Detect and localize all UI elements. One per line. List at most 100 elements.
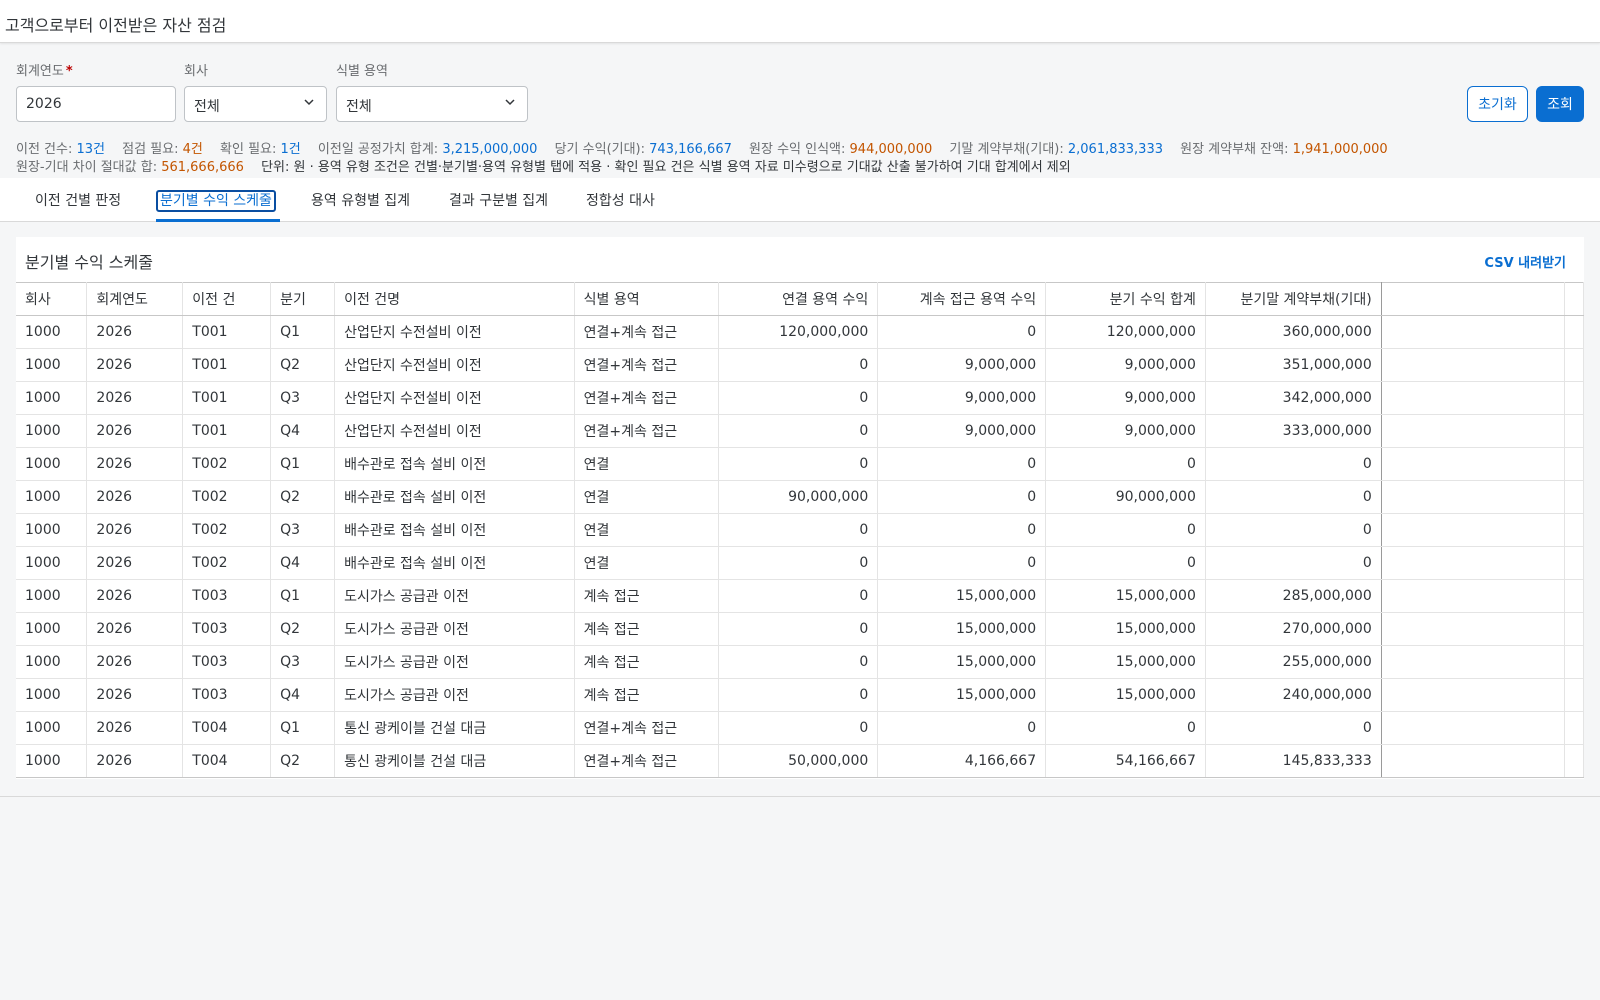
column-header-company[interactable]: 회사 [16, 282, 88, 316]
column-header-fiscal-year[interactable]: 회계연도 [86, 282, 184, 316]
cell-access-revenue: 0 [877, 546, 1047, 580]
cell-scroll-gutter [1564, 315, 1585, 349]
cell-filler [1381, 645, 1565, 679]
column-header-quarter-total[interactable]: 분기 수익 합계 [1045, 282, 1206, 316]
reset-button[interactable]: 초기화 [1467, 86, 1528, 122]
cell-quarter-total: 0 [1045, 513, 1206, 547]
cell-filler [1381, 414, 1565, 448]
column-header-transfer-id[interactable]: 이전 건 [182, 282, 272, 316]
table-row[interactable]: 1000 2026 T003 Q2 도시가스 공급관 이전 계속 접근 0 15,000,00… [16, 612, 1585, 646]
table-row[interactable]: 1000 2026 T002 Q2 배수관로 접속 설비 이전 연결 90,000,000 0… [16, 480, 1585, 514]
tab-transfer-judgement[interactable]: 이전 건별 판정 [35, 178, 121, 222]
service-select[interactable]: 전체 [336, 86, 528, 122]
table-row[interactable]: 1000 2026 T004 Q1 통신 광케이블 건설 대금 연결+계속 접근 0 0 0 0 [16, 711, 1585, 745]
stat-liability-expected: 기말 계약부채(기대): 2,061,833,333 [949, 142, 1163, 157]
cell-transfer-id: T003 [182, 579, 272, 613]
cell-liability: 255,000,000 [1205, 645, 1382, 679]
cell-quarter-total: 0 [1045, 546, 1206, 580]
table-row[interactable]: 1000 2026 T002 Q4 배수관로 접속 설비 이전 연결 0 0 0 0 [16, 546, 1585, 580]
cell-liability: 333,000,000 [1205, 414, 1382, 448]
cell-connection-revenue: 0 [718, 381, 879, 415]
cell-transfer-id: T001 [182, 348, 272, 382]
company-select[interactable]: 전체 [184, 86, 327, 122]
cell-scroll-gutter [1564, 678, 1585, 712]
cell-quarter: Q2 [270, 480, 336, 514]
schedule-table: 회사 회계연도 이전 건 분기 이전 건명 식별 용역 연결 용역 수익 계속 … [16, 282, 1585, 778]
table-row[interactable]: 1000 2026 T001 Q4 산업단지 수전설비 이전 연결+계속 접근 0 9,000… [16, 414, 1585, 448]
cell-quarter: Q4 [270, 678, 336, 712]
tab-label: 분기별 수익 스케줄 [156, 190, 276, 212]
cell-quarter: Q2 [270, 744, 336, 778]
table-row[interactable]: 1000 2026 T002 Q3 배수관로 접속 설비 이전 연결 0 0 0 0 [16, 513, 1585, 547]
unit-note: 단위: 원 · 용역 유형 조건은 건별·분기별·용역 유형별 탭에 적용 · … [261, 160, 1071, 175]
service-label: 식별 용역 [336, 64, 388, 79]
table-row[interactable]: 1000 2026 T003 Q1 도시가스 공급관 이전 계속 접근 0 15,000,00… [16, 579, 1585, 613]
table-row[interactable]: 1000 2026 T003 Q3 도시가스 공급관 이전 계속 접근 0 15,000,00… [16, 645, 1585, 679]
column-header-liability[interactable]: 분기말 계약부채(기대) [1205, 282, 1382, 316]
column-header-access-revenue[interactable]: 계속 접근 용역 수익 [877, 282, 1047, 316]
cell-fiscal-year: 2026 [86, 678, 184, 712]
required-marker: * [65, 64, 73, 79]
cell-filler [1381, 447, 1565, 481]
company-select-value: 전체 [194, 99, 220, 115]
service-select-value: 전체 [346, 99, 372, 115]
tab-label: 용역 유형별 집계 [311, 193, 411, 209]
table-row[interactable]: 1000 2026 T001 Q3 산업단지 수전설비 이전 연결+계속 접근 0 9,000… [16, 381, 1585, 415]
cell-transfer-id: T002 [182, 480, 272, 514]
stats-line-2: 원장-기대 차이 절대값 합: 561,666,666 단위: 원 · 용역 유… [16, 159, 1586, 177]
column-header-connection-revenue[interactable]: 연결 용역 수익 [718, 282, 879, 316]
cell-quarter-total: 9,000,000 [1045, 348, 1206, 382]
cell-company: 1000 [16, 612, 88, 646]
cell-liability: 270,000,000 [1205, 612, 1382, 646]
cell-transfer-id: T001 [182, 381, 272, 415]
cell-connection-revenue: 0 [718, 414, 879, 448]
cell-fiscal-year: 2026 [86, 447, 184, 481]
chevron-down-icon [304, 99, 314, 106]
cell-scroll-gutter [1564, 480, 1585, 514]
cell-filler [1381, 348, 1565, 382]
cell-transfer-name: 산업단지 수전설비 이전 [334, 414, 575, 448]
cell-connection-revenue: 0 [718, 579, 879, 613]
cell-scroll-gutter [1564, 447, 1585, 481]
fiscal-year-input[interactable]: 2026 [16, 86, 176, 122]
table-row[interactable]: 1000 2026 T004 Q2 통신 광케이블 건설 대금 연결+계속 접근 50,00… [16, 744, 1585, 778]
cell-quarter-total: 9,000,000 [1045, 381, 1206, 415]
column-header-service[interactable]: 식별 용역 [574, 282, 719, 316]
table-row[interactable]: 1000 2026 T002 Q1 배수관로 접속 설비 이전 연결 0 0 0 0 [16, 447, 1585, 481]
cell-fiscal-year: 2026 [86, 315, 184, 349]
tab-reconciliation[interactable]: 정합성 대사 [586, 178, 655, 222]
tab-quarterly-schedule[interactable]: 분기별 수익 스케줄 [156, 178, 280, 222]
tab-result-summary[interactable]: 결과 구분별 집계 [449, 178, 548, 222]
cell-service: 연결+계속 접근 [574, 711, 719, 745]
cell-scroll-gutter [1564, 546, 1585, 580]
cell-connection-revenue: 0 [718, 348, 879, 382]
cell-quarter: Q1 [270, 579, 336, 613]
table-row[interactable]: 1000 2026 T001 Q1 산업단지 수전설비 이전 연결+계속 접근 120,00… [16, 315, 1585, 349]
cell-filler [1381, 744, 1565, 778]
cell-service: 연결+계속 접근 [574, 414, 719, 448]
cell-filler [1381, 678, 1565, 712]
tab-service-type-summary[interactable]: 용역 유형별 집계 [311, 178, 410, 222]
table-row[interactable]: 1000 2026 T001 Q2 산업단지 수전설비 이전 연결+계속 접근 0 9,000… [16, 348, 1585, 382]
cell-connection-revenue: 0 [718, 447, 879, 481]
cell-fiscal-year: 2026 [86, 612, 184, 646]
cell-quarter: Q1 [270, 315, 336, 349]
cell-liability: 145,833,333 [1205, 744, 1382, 778]
table-row[interactable]: 1000 2026 T003 Q4 도시가스 공급관 이전 계속 접근 0 15,000,00… [16, 678, 1585, 712]
cell-filler [1381, 579, 1565, 613]
column-header-quarter[interactable]: 분기 [270, 282, 336, 316]
cell-access-revenue: 0 [877, 315, 1047, 349]
column-header-transfer-name[interactable]: 이전 건명 [334, 282, 575, 316]
search-button[interactable]: 조회 [1536, 86, 1584, 122]
cell-service: 계속 접근 [574, 645, 719, 679]
cell-connection-revenue: 0 [718, 546, 879, 580]
stat-needs-confirm: 확인 필요: 1건 [220, 142, 301, 157]
cell-quarter-total: 15,000,000 [1045, 645, 1206, 679]
csv-download-link[interactable]: CSV 내려받기 [1484, 252, 1566, 271]
stat-ledger-liability: 원장 계약부채 잔액: 1,941,000,000 [1180, 142, 1388, 157]
stat-revenue-expected: 당기 수익(기대): 743,166,667 [554, 142, 732, 157]
cell-access-revenue: 9,000,000 [877, 348, 1047, 382]
cell-transfer-name: 도시가스 공급관 이전 [334, 579, 575, 613]
cell-access-revenue: 15,000,000 [877, 678, 1047, 712]
cell-company: 1000 [16, 546, 88, 580]
